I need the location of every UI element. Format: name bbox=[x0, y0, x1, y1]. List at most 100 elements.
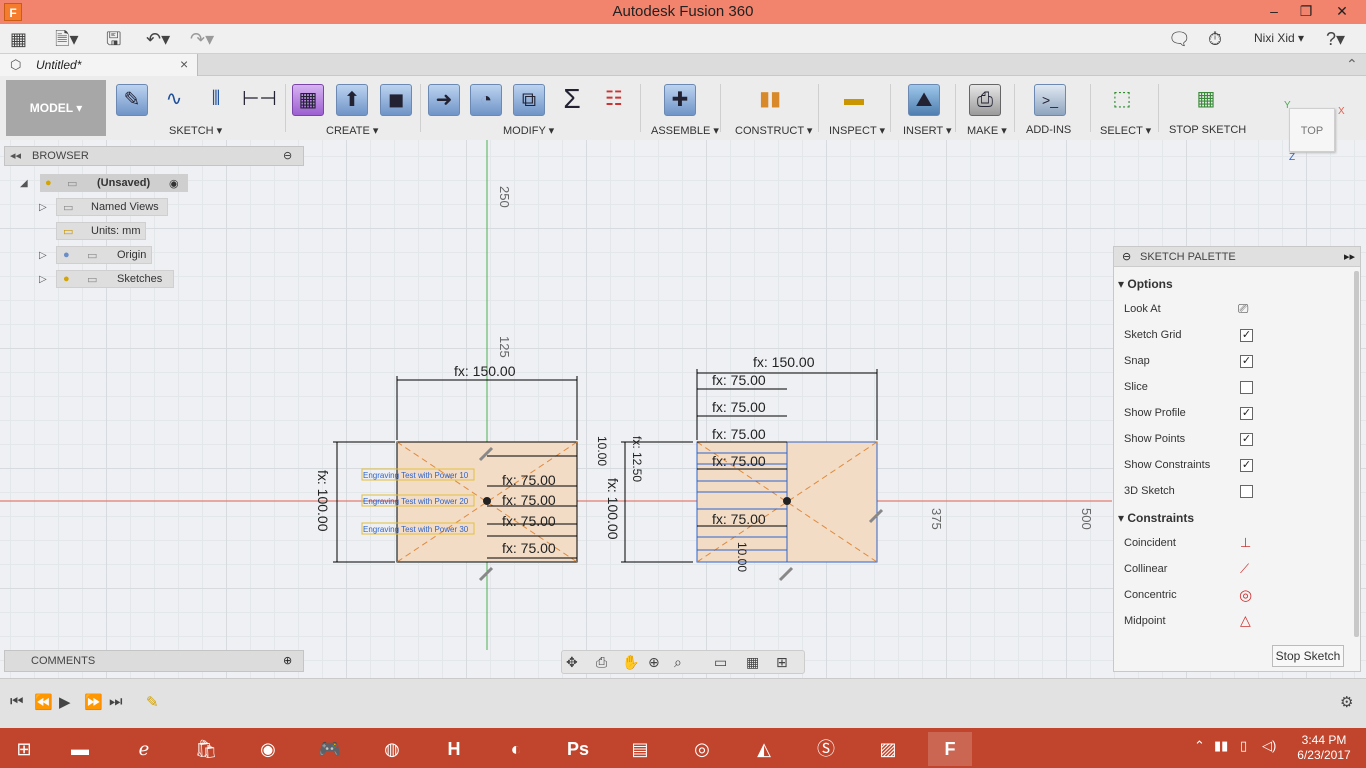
create-sketch-icon[interactable]: ✎ bbox=[116, 84, 148, 116]
zoom-icon[interactable]: ⊕ bbox=[648, 654, 660, 671]
option-show-profile[interactable]: Show Profile ✓ bbox=[1124, 401, 1354, 427]
file-explorer-icon[interactable]: ▬ bbox=[58, 732, 102, 766]
assemble-group-label[interactable]: ASSEMBLE ▾ bbox=[651, 124, 719, 137]
coincident-icon[interactable]: ⊥ bbox=[1240, 535, 1251, 551]
browser-node-units[interactable]: ▭ Units: mm bbox=[56, 222, 146, 240]
fusion360-taskbar-icon[interactable]: F bbox=[928, 732, 972, 766]
pin-icon[interactable]: ⊖ bbox=[283, 149, 292, 162]
skype-icon[interactable]: Ⓢ bbox=[804, 732, 848, 766]
file-icon[interactable]: 🗎▾ bbox=[55, 28, 79, 50]
show-points-checkbox[interactable]: ✓ bbox=[1240, 433, 1253, 446]
timeline-settings-icon[interactable]: ⚙ bbox=[1340, 693, 1353, 711]
start-icon[interactable]: ⊞ bbox=[2, 732, 46, 766]
network-icon[interactable]: ▮▮ bbox=[1214, 738, 1228, 754]
concentric-icon[interactable]: ◎ bbox=[1239, 586, 1252, 604]
3d-print-icon[interactable]: ⎙ bbox=[969, 84, 1001, 116]
photos-icon[interactable]: ▨ bbox=[866, 732, 910, 766]
expand-panel-icon[interactable]: ▸▸ bbox=[1344, 250, 1355, 263]
offset-plane-icon[interactable]: ▮▮ bbox=[754, 84, 786, 116]
chrome-icon[interactable]: ◎ bbox=[680, 732, 724, 766]
option-3d-sketch[interactable]: 3D Sketch bbox=[1124, 479, 1354, 505]
visibility-bulb-icon[interactable]: ● bbox=[63, 249, 70, 261]
look-at-icon[interactable]: ⎚ bbox=[1238, 301, 1248, 317]
combine-icon[interactable]: ⧉ bbox=[513, 84, 545, 116]
expand-icon[interactable]: ▷ bbox=[39, 274, 47, 285]
constraint-collinear[interactable]: Collinear ⟋ bbox=[1124, 557, 1354, 583]
close-tab-icon[interactable]: × bbox=[180, 56, 188, 72]
volume-icon[interactable]: ◁) bbox=[1262, 738, 1276, 754]
step-back-icon[interactable]: ⏪ bbox=[34, 693, 53, 711]
mirror-icon[interactable]: ⫴ bbox=[200, 84, 232, 116]
press-pull-icon[interactable]: ➜ bbox=[428, 84, 460, 116]
h-app-icon[interactable]: H bbox=[432, 732, 476, 766]
visibility-bulb-icon[interactable]: ● bbox=[45, 177, 52, 189]
stop-sketch-button[interactable]: Stop Sketch bbox=[1272, 645, 1344, 667]
constraint-midpoint[interactable]: Midpoint △ bbox=[1124, 609, 1354, 635]
collinear-icon[interactable]: ⟋ bbox=[1240, 561, 1249, 577]
maximize-button[interactable]: ❐ bbox=[1290, 0, 1322, 24]
compute-all-icon[interactable]: ☷ bbox=[598, 84, 630, 116]
create-group-label[interactable]: CREATE ▾ bbox=[326, 124, 378, 137]
insert-group-label[interactable]: INSERT ▾ bbox=[903, 124, 952, 137]
option-look-at[interactable]: Look At ⎚ bbox=[1124, 297, 1354, 323]
options-section[interactable]: ▾ Options bbox=[1118, 277, 1173, 291]
select-group-label[interactable]: SELECT ▾ bbox=[1100, 124, 1151, 137]
parameters-icon[interactable]: Σ bbox=[556, 84, 588, 116]
notifications-icon[interactable]: 🗨 bbox=[1168, 28, 1191, 50]
collapse-icon[interactable]: ◂◂ bbox=[10, 149, 21, 162]
redo-icon[interactable]: ↷▾ bbox=[190, 28, 214, 50]
display-settings-icon[interactable]: ▭ bbox=[714, 654, 727, 671]
go-to-start-icon[interactable]: ⏮ bbox=[10, 693, 24, 710]
browser-node-sketches[interactable]: ● ▭ Sketches bbox=[56, 270, 174, 288]
store-icon[interactable]: 🛍 bbox=[184, 732, 228, 766]
pan-icon[interactable]: ✋ bbox=[622, 654, 639, 671]
globe-app-icon[interactable]: ◐ bbox=[494, 732, 538, 766]
tab-overflow-icon[interactable]: ⌃ bbox=[1346, 56, 1358, 73]
add-comment-icon[interactable]: ⊕ bbox=[283, 654, 292, 667]
help-icon[interactable]: ?▾ bbox=[1326, 28, 1345, 50]
palette-header[interactable]: ⊖ SKETCH PALETTE ▸▸ bbox=[1114, 247, 1360, 267]
new-component-icon[interactable]: ✚ bbox=[664, 84, 696, 116]
comments-panel[interactable]: COMMENTS ⊕ bbox=[4, 650, 304, 672]
play-icon[interactable]: ▶ bbox=[59, 693, 71, 711]
orbit-icon[interactable]: ✥ bbox=[566, 654, 578, 671]
option-show-constraints[interactable]: Show Constraints ✓ bbox=[1124, 453, 1354, 479]
inspect-group-label[interactable]: INSPECT ▾ bbox=[829, 124, 885, 137]
box-icon[interactable]: ◼ bbox=[380, 84, 412, 116]
fillet-icon[interactable]: ◔ bbox=[470, 84, 502, 116]
step-forward-icon[interactable]: ⏩ bbox=[84, 693, 103, 711]
collapse-icon[interactable]: ⊖ bbox=[1122, 250, 1131, 263]
stop-sketch-label[interactable]: STOP SKETCH bbox=[1169, 124, 1246, 136]
undo-icon[interactable]: ↶▾ bbox=[146, 28, 170, 50]
grid-settings-icon[interactable]: ▦ bbox=[746, 654, 759, 671]
expand-icon[interactable]: ▷ bbox=[39, 250, 47, 261]
snap-checkbox[interactable]: ✓ bbox=[1240, 355, 1253, 368]
addins-group-label[interactable]: ADD-INS bbox=[1026, 124, 1071, 136]
browser-root-node[interactable]: ● ▭ (Unsaved) ◉ bbox=[40, 174, 188, 192]
document-tab[interactable]: ⬡ Untitled* × bbox=[0, 54, 198, 76]
sketch-group-label[interactable]: SKETCH ▾ bbox=[169, 124, 222, 137]
modify-group-label[interactable]: MODIFY ▾ bbox=[503, 124, 554, 137]
measure-icon[interactable]: ▬ bbox=[838, 84, 870, 116]
constraints-section[interactable]: ▾ Constraints bbox=[1118, 511, 1194, 525]
job-status-icon[interactable]: ⏱ bbox=[1208, 28, 1222, 50]
extrude-icon[interactable]: ⬆ bbox=[336, 84, 368, 116]
option-slice[interactable]: Slice bbox=[1124, 375, 1354, 401]
user-menu[interactable]: Nixi Xid ▾ bbox=[1254, 31, 1304, 45]
construct-group-label[interactable]: CONSTRUCT ▾ bbox=[735, 124, 812, 137]
internet-explorer-icon[interactable]: ℯ bbox=[122, 732, 166, 766]
select-icon[interactable]: ⬚ bbox=[1106, 84, 1138, 116]
scripts-addins-icon[interactable]: >_ bbox=[1034, 84, 1066, 116]
save-icon[interactable]: 🖫 bbox=[106, 28, 121, 50]
viewports-icon[interactable]: ⊞ bbox=[776, 654, 788, 671]
close-button[interactable]: ✕ bbox=[1326, 0, 1358, 24]
view-cube[interactable]: TOP bbox=[1289, 108, 1335, 152]
browser-node-origin[interactable]: ● ▭ Origin bbox=[56, 246, 152, 264]
system-clock[interactable]: 3:44 PM 6/23/2017 bbox=[1290, 733, 1358, 763]
stop-sketch-icon[interactable]: ▦ bbox=[1190, 84, 1222, 116]
browser-panel-header[interactable]: ◂◂ BROWSER ⊖ bbox=[4, 146, 304, 166]
show-profile-checkbox[interactable]: ✓ bbox=[1240, 407, 1253, 420]
grid-menu-icon[interactable]: ▦ bbox=[10, 28, 27, 50]
activate-radio-icon[interactable]: ◉ bbox=[169, 177, 179, 190]
photoshop-icon[interactable]: Ps bbox=[556, 732, 600, 766]
